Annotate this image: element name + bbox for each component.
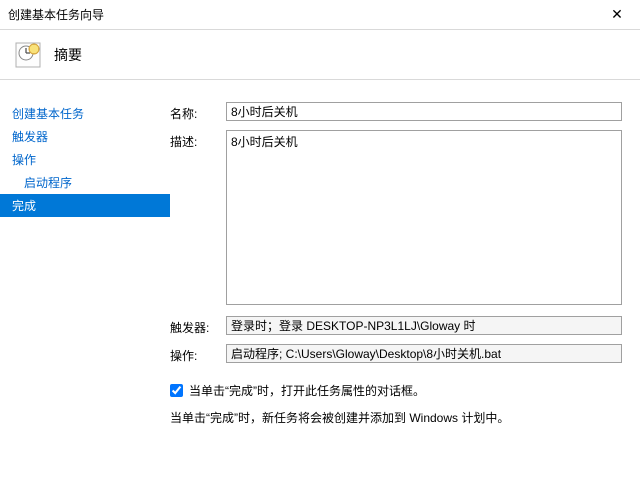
desc-label: 描述: [170,130,226,308]
main-panel: 名称: 描述: 触发器: 操作: 当单击“完成”时，打开此任务属性 [170,80,640,502]
row-desc: 描述: [170,130,622,308]
wizard-header: 摘要 [0,30,640,80]
sidebar-item-trigger[interactable]: 触发器 [0,125,170,148]
titlebar: 创建基本任务向导 ✕ [0,0,640,30]
sidebar-item-finish[interactable]: 完成 [0,194,170,217]
page-title: 摘要 [54,45,82,65]
action-label: 操作: [170,344,226,364]
sidebar-item-create-task[interactable]: 创建基本任务 [0,102,170,125]
desc-input[interactable] [226,130,622,305]
close-icon: ✕ [611,6,623,23]
sidebar-item-start-program[interactable]: 启动程序 [0,171,170,194]
action-input [226,344,622,363]
footer-info: 当单击“完成”时，新任务将会被创建并添加到 Windows 计划中。 [170,409,622,426]
wizard-body: 创建基本任务 触发器 操作 启动程序 完成 名称: 描述: 触发器: 操作: [0,80,640,502]
row-action: 操作: [170,344,622,364]
name-label: 名称: [170,102,226,122]
sidebar: 创建基本任务 触发器 操作 启动程序 完成 [0,80,170,502]
open-properties-label: 当单击“完成”时，打开此任务属性的对话框。 [189,382,425,399]
window-title: 创建基本任务向导 [8,6,594,23]
close-button[interactable]: ✕ [594,0,640,30]
trigger-label: 触发器: [170,316,226,336]
sidebar-item-action[interactable]: 操作 [0,148,170,171]
row-name: 名称: [170,102,622,122]
trigger-input [226,316,622,335]
row-trigger: 触发器: [170,316,622,336]
wizard-clock-icon [14,41,42,69]
name-input[interactable] [226,102,622,121]
open-properties-row: 当单击“完成”时，打开此任务属性的对话框。 [170,382,622,399]
open-properties-checkbox[interactable] [170,384,183,397]
